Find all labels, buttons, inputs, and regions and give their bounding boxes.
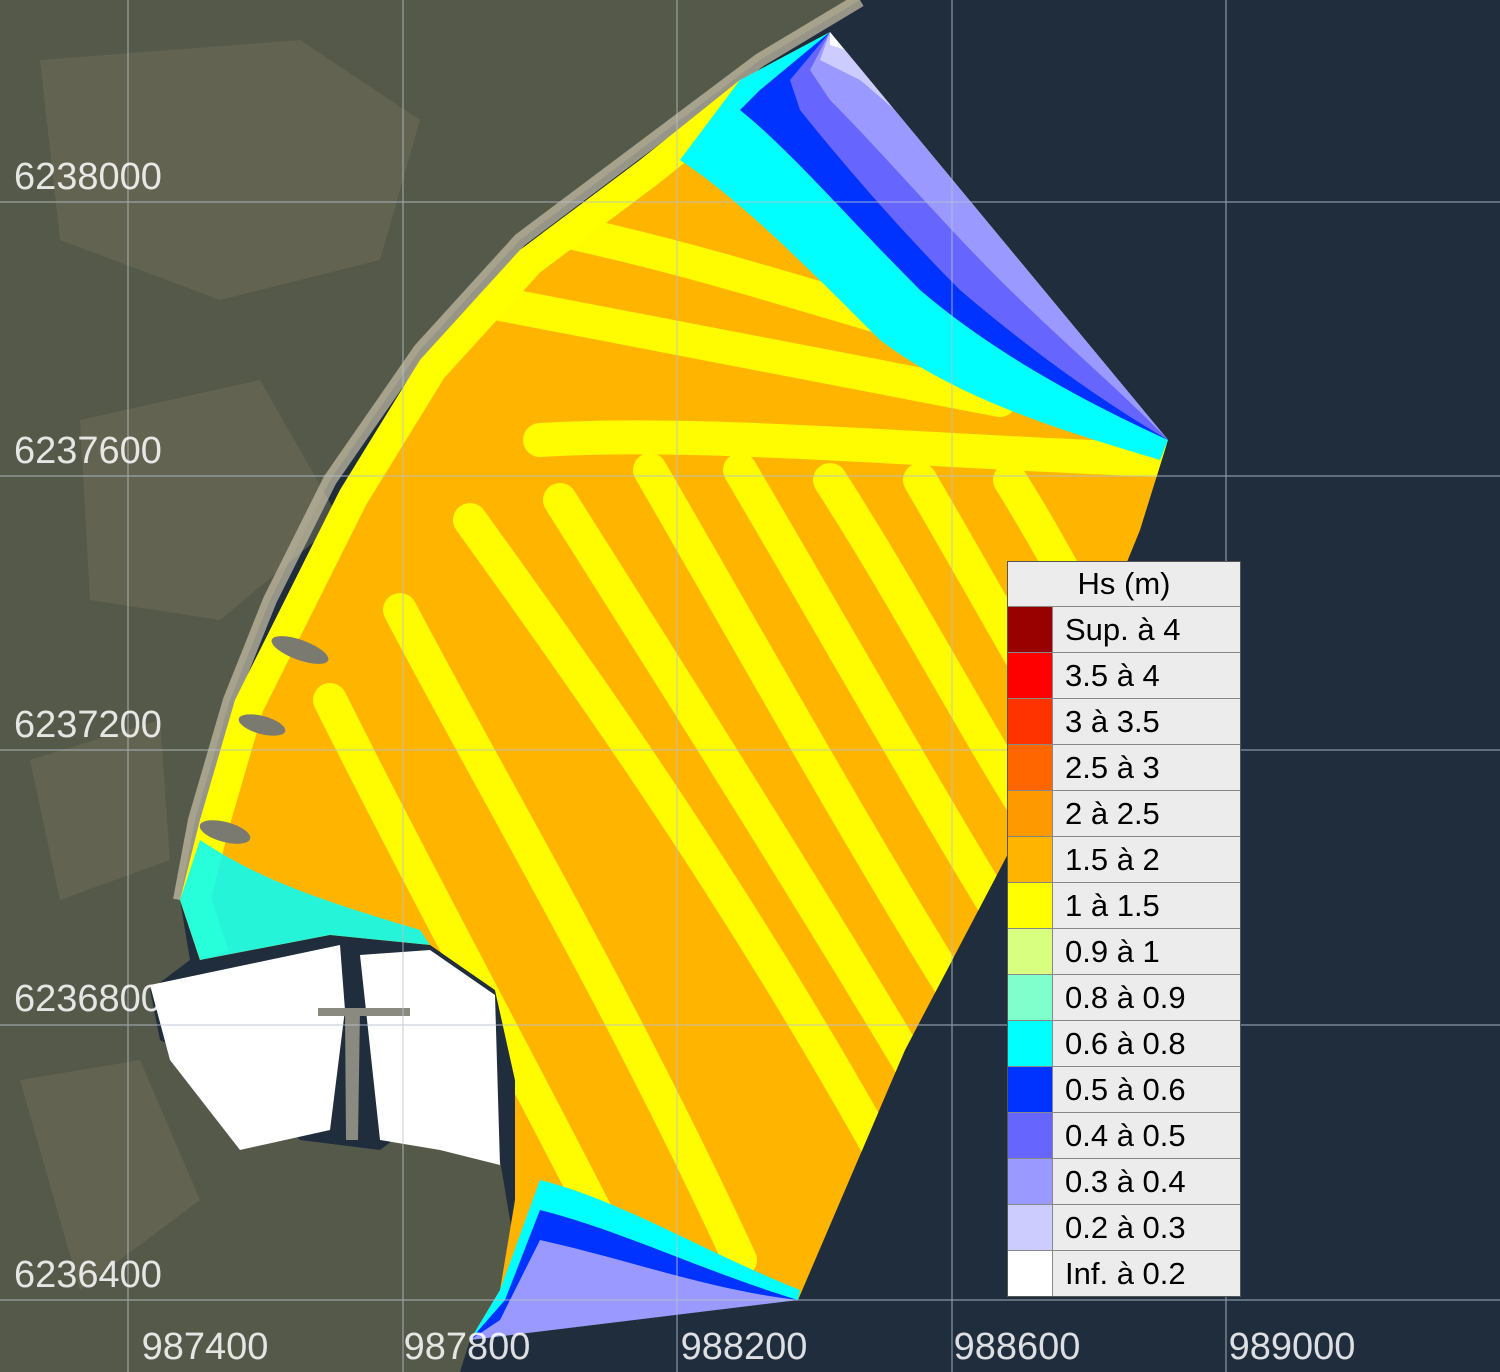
y-label-6236800: 6236800	[14, 978, 162, 1020]
legend-item: 0.5 à 0.6	[1008, 1066, 1240, 1112]
legend-item: 0.9 à 1	[1008, 928, 1240, 974]
legend-item: 0.3 à 0.4	[1008, 1158, 1240, 1204]
legend-rows: Sup. à 4 3.5 à 4 3 à 3.5 2.5 à 3 2 à 2.5 1.5 …	[1008, 607, 1240, 1296]
legend-label: 3 à 3.5	[1065, 704, 1160, 739]
legend-label: 2 à 2.5	[1065, 796, 1160, 831]
legend-swatch	[1008, 1159, 1053, 1204]
legend-swatch	[1008, 883, 1053, 928]
legend-item: 0.8 à 0.9	[1008, 974, 1240, 1020]
legend-swatch	[1008, 745, 1053, 790]
legend-label: 0.8 à 0.9	[1065, 980, 1186, 1015]
legend-swatch	[1008, 1205, 1053, 1250]
legend-label: 0.2 à 0.3	[1065, 1210, 1186, 1245]
x-label-988600: 988600	[953, 1326, 1081, 1368]
legend-item: 1 à 1.5	[1008, 882, 1240, 928]
legend-label: 0.6 à 0.8	[1065, 1026, 1186, 1061]
legend-label: 0.4 à 0.5	[1065, 1118, 1186, 1153]
x-label-988200: 988200	[680, 1326, 808, 1368]
legend-label: 3.5 à 4	[1065, 658, 1160, 693]
legend-label: 1 à 1.5	[1065, 888, 1160, 923]
x-label-987400: 987400	[141, 1326, 269, 1368]
legend-swatch	[1008, 975, 1053, 1020]
legend-label: 0.3 à 0.4	[1065, 1164, 1186, 1199]
legend: Hs (m) Sup. à 4 3.5 à 4 3 à 3.5 2.5 à 3 2 à …	[1007, 561, 1241, 1297]
legend-swatch	[1008, 791, 1053, 836]
y-label-6236400: 6236400	[14, 1254, 162, 1296]
y-label-6237600: 6237600	[14, 430, 162, 472]
y-label-6238000: 6238000	[14, 156, 162, 198]
legend-label: 0.5 à 0.6	[1065, 1072, 1186, 1107]
legend-label: Inf. à 0.2	[1065, 1256, 1186, 1291]
legend-label: 0.9 à 1	[1065, 934, 1160, 969]
legend-label: 2.5 à 3	[1065, 750, 1160, 785]
legend-title: Hs (m)	[1008, 562, 1240, 607]
legend-item: 0.4 à 0.5	[1008, 1112, 1240, 1158]
legend-swatch	[1008, 837, 1053, 882]
legend-swatch	[1008, 607, 1053, 652]
legend-item: 1.5 à 2	[1008, 836, 1240, 882]
legend-swatch	[1008, 699, 1053, 744]
legend-item: 0.2 à 0.3	[1008, 1204, 1240, 1250]
x-label-987800: 987800	[403, 1326, 531, 1368]
legend-swatch	[1008, 929, 1053, 974]
legend-item: 3.5 à 4	[1008, 652, 1240, 698]
legend-item: 2 à 2.5	[1008, 790, 1240, 836]
wave-height-map	[0, 0, 1500, 1372]
legend-item: 0.6 à 0.8	[1008, 1020, 1240, 1066]
legend-label: 1.5 à 2	[1065, 842, 1160, 877]
legend-item: 2.5 à 3	[1008, 744, 1240, 790]
legend-swatch	[1008, 1113, 1053, 1158]
legend-swatch	[1008, 1021, 1053, 1066]
legend-item: Inf. à 0.2	[1008, 1250, 1240, 1296]
legend-item: Sup. à 4	[1008, 607, 1240, 652]
legend-swatch	[1008, 1251, 1053, 1296]
legend-swatch	[1008, 1067, 1053, 1112]
legend-label: Sup. à 4	[1065, 612, 1181, 647]
legend-swatch	[1008, 653, 1053, 698]
legend-item: 3 à 3.5	[1008, 698, 1240, 744]
y-label-6237200: 6237200	[14, 704, 162, 746]
x-label-989000: 989000	[1228, 1326, 1356, 1368]
